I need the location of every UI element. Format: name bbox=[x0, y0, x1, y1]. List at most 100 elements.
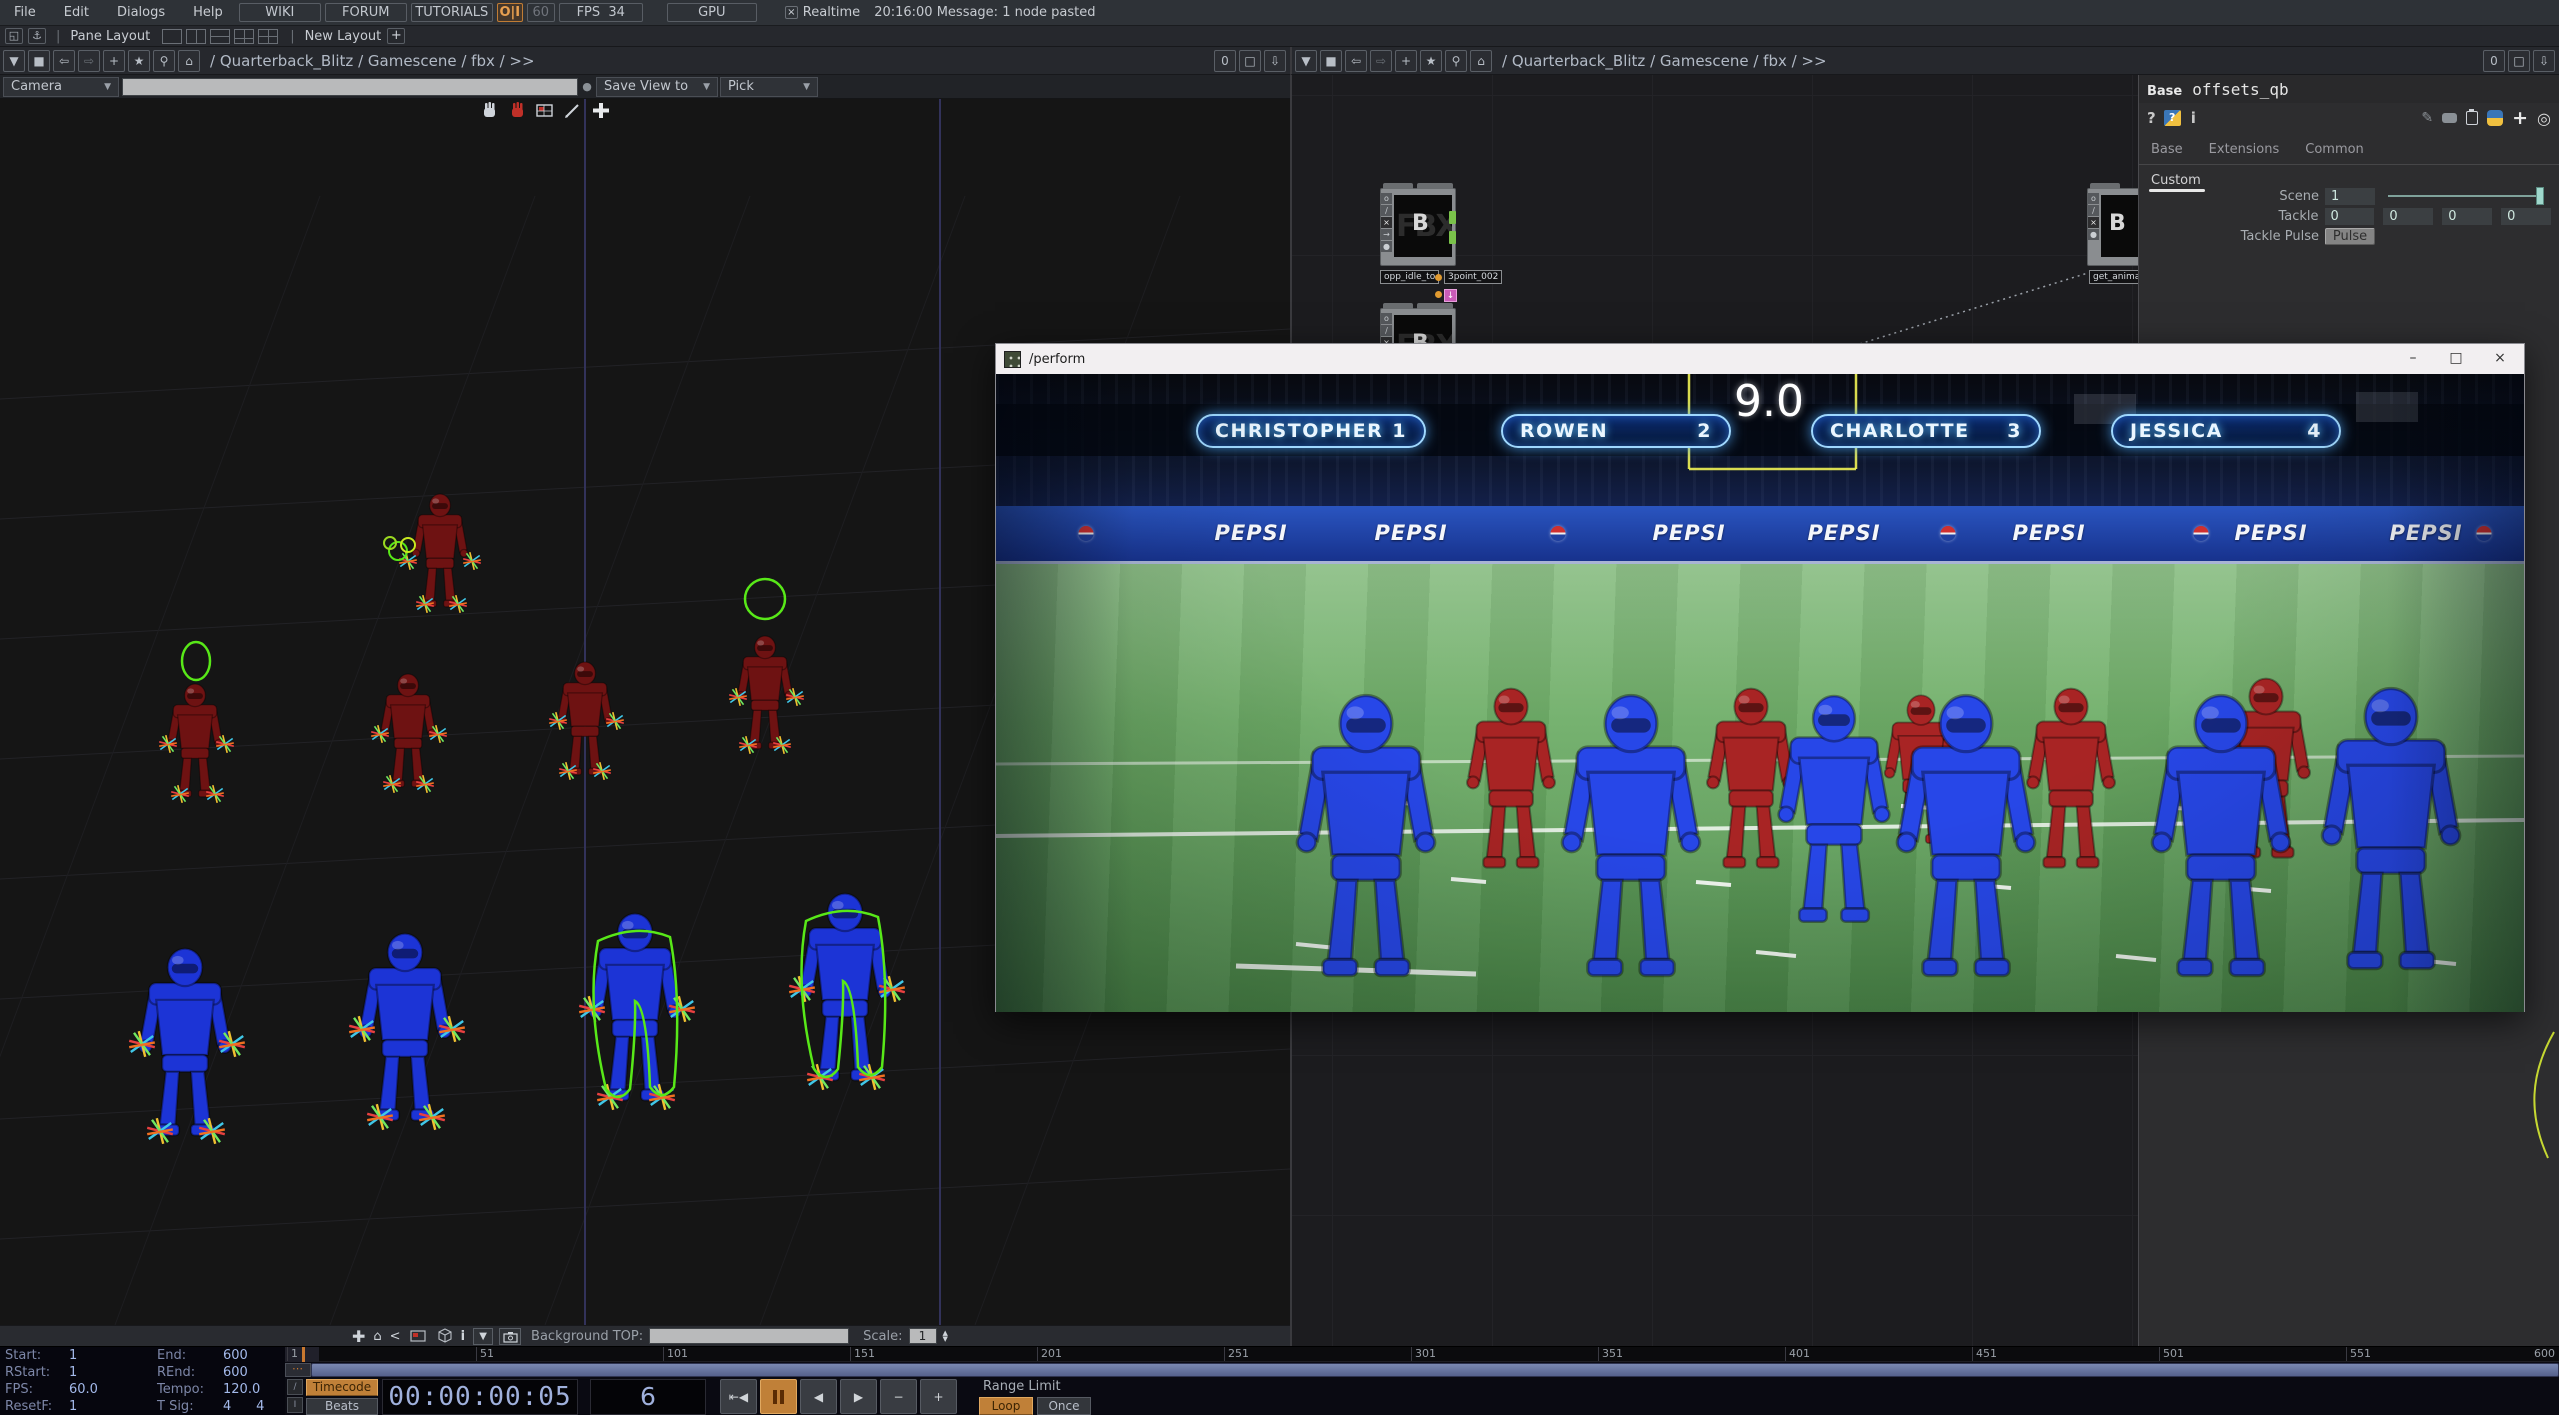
scrollbar-cap[interactable]: ⋯ bbox=[285, 1363, 311, 1377]
select-glove-icon[interactable] bbox=[506, 100, 528, 120]
info-icon[interactable]: i bbox=[2191, 109, 2196, 127]
comment-bubble-icon[interactable] bbox=[2442, 113, 2457, 123]
minimize-button[interactable]: – bbox=[2404, 350, 2422, 368]
zoom-level-value[interactable]: 0 bbox=[1214, 50, 1236, 72]
tackle-value-field[interactable]: 0 bbox=[2442, 208, 2492, 225]
node-label[interactable]: 3point_002 bbox=[1444, 270, 1502, 284]
timeline-scrollbar[interactable]: ⋯ bbox=[285, 1363, 2559, 1377]
camera-red-icon[interactable] bbox=[409, 1329, 429, 1343]
tutorials-button[interactable]: TUTORIALS bbox=[411, 3, 493, 22]
zoom-level-value[interactable]: 0 bbox=[2483, 50, 2505, 72]
end-value[interactable]: 600 bbox=[223, 1348, 283, 1363]
i-toggle[interactable]: I bbox=[287, 1397, 303, 1413]
snapshot-camera-button[interactable] bbox=[499, 1328, 521, 1345]
fps-target[interactable]: 60 bbox=[527, 3, 555, 22]
display-mode-dropdown[interactable]: ▼ bbox=[473, 1328, 493, 1345]
node-opp-idle[interactable]: o∕×→● FBX B bbox=[1380, 188, 1456, 266]
layout-vsplit-button[interactable] bbox=[186, 29, 206, 44]
scene-value-field[interactable]: 1 bbox=[2325, 188, 2375, 205]
anchor-icon[interactable]: ⚓ bbox=[28, 28, 46, 44]
tackle-label[interactable]: Tackle bbox=[2139, 209, 2325, 224]
playhead[interactable] bbox=[302, 1347, 305, 1362]
layout-single-button[interactable] bbox=[162, 29, 182, 44]
help-icon[interactable]: ? bbox=[2147, 109, 2156, 127]
timecode-mode-button[interactable]: Timecode bbox=[306, 1379, 378, 1396]
rstart-value[interactable]: 1 bbox=[69, 1365, 157, 1380]
tackle-pulse-label[interactable]: Tackle Pulse bbox=[2139, 229, 2325, 244]
background-top-field[interactable] bbox=[649, 1328, 849, 1344]
copy-clipboard-icon[interactable] bbox=[2466, 111, 2478, 125]
jump-to-start-button[interactable]: ⇤◀ bbox=[720, 1379, 757, 1414]
operator-name[interactable]: offsets_qb bbox=[2192, 80, 2288, 99]
zoom-search-icon[interactable]: ⚲ bbox=[153, 50, 175, 72]
loop-button[interactable]: Loop bbox=[979, 1397, 1033, 1415]
window-popout-icon[interactable]: ◱ bbox=[5, 28, 23, 44]
bookmark-star-icon[interactable]: ★ bbox=[1420, 50, 1442, 72]
node-label[interactable]: get_anima bbox=[2089, 270, 2138, 284]
menu-help[interactable]: Help bbox=[179, 5, 237, 20]
pick-dropdown[interactable]: Pick ▼ bbox=[720, 77, 818, 97]
slider-handle[interactable] bbox=[2536, 187, 2544, 205]
tab-common[interactable]: Common bbox=[2305, 142, 2364, 157]
wire-toggle-icon[interactable]: < bbox=[390, 1329, 401, 1344]
slash-toggle[interactable]: ∕ bbox=[287, 1379, 303, 1395]
target-icon[interactable]: ◎ bbox=[2537, 109, 2551, 128]
add-icon[interactable]: ✚ bbox=[352, 1327, 365, 1346]
home-icon[interactable]: ⌂ bbox=[1470, 50, 1492, 72]
maximize-pane-icon[interactable]: □ bbox=[1239, 50, 1261, 72]
rend-value[interactable]: 600 bbox=[223, 1365, 283, 1380]
tackle-value-field[interactable]: 0 bbox=[2325, 208, 2375, 225]
beats-mode-button[interactable]: Beats bbox=[306, 1398, 378, 1415]
scene-label[interactable]: Scene bbox=[2139, 189, 2325, 204]
layout-hsplit-button[interactable] bbox=[210, 29, 230, 44]
node-flag-icons[interactable]: o∕×→● bbox=[1381, 193, 1393, 252]
decrement-button[interactable]: − bbox=[880, 1379, 917, 1414]
step-back-button[interactable]: ◀ bbox=[800, 1379, 837, 1414]
window-titlebar[interactable]: /perform bbox=[996, 344, 2524, 374]
home-view-icon[interactable]: ⌂ bbox=[373, 1329, 381, 1344]
pan-hand-icon[interactable] bbox=[478, 100, 500, 120]
pulse-button[interactable]: Pulse bbox=[2325, 228, 2375, 245]
frame-display[interactable]: 6 bbox=[590, 1379, 706, 1415]
stop-icon[interactable]: ■ bbox=[1320, 50, 1342, 72]
node-flag-icons[interactable]: o∕×● bbox=[2088, 193, 2100, 240]
python-logo-icon[interactable] bbox=[2487, 110, 2503, 126]
breadcrumb[interactable]: / Quarterback_Blitz / Gamescene / fbx / … bbox=[210, 52, 535, 70]
bookmark-star-icon[interactable]: ★ bbox=[128, 50, 150, 72]
wiki-button[interactable]: WIKI bbox=[239, 3, 321, 22]
add-icon[interactable]: + bbox=[103, 50, 125, 72]
tab-extensions[interactable]: Extensions bbox=[2209, 142, 2280, 157]
camera-dropdown[interactable]: Camera ▼ bbox=[3, 77, 119, 97]
step-forward-button[interactable]: ▶ bbox=[840, 1379, 877, 1414]
zoom-search-icon[interactable]: ⚲ bbox=[1445, 50, 1467, 72]
perform-window[interactable]: /perform – □ × PEPSI PEPSI PEPSI PEPSI P… bbox=[995, 343, 2525, 1012]
forum-button[interactable]: FORUM bbox=[325, 3, 407, 22]
pane-type-dropdown-icon[interactable]: ▼ bbox=[3, 50, 25, 72]
pause-button[interactable] bbox=[760, 1379, 797, 1414]
forward-arrow-icon[interactable]: ⇨ bbox=[1370, 50, 1392, 72]
tsig-value[interactable]: 4 4 bbox=[223, 1399, 283, 1414]
python-help-icon[interactable]: ? bbox=[2164, 110, 2181, 126]
menu-dialogs[interactable]: Dialogs bbox=[103, 5, 179, 20]
tempo-value[interactable]: 120.0 bbox=[223, 1382, 283, 1397]
info-icon[interactable]: i bbox=[461, 1329, 465, 1344]
once-button[interactable]: Once bbox=[1037, 1397, 1091, 1415]
collapse-pane-icon[interactable]: ⇩ bbox=[1264, 50, 1286, 72]
pane-type-dropdown-icon[interactable]: ▼ bbox=[1295, 50, 1317, 72]
home-icon[interactable]: ⌂ bbox=[178, 50, 200, 72]
maximize-pane-icon[interactable]: □ bbox=[2508, 50, 2530, 72]
close-button[interactable]: × bbox=[2491, 350, 2509, 368]
add-parameter-icon[interactable]: + bbox=[2512, 107, 2528, 129]
breadcrumb[interactable]: / Quarterback_Blitz / Gamescene / fbx / … bbox=[1502, 52, 1827, 70]
forward-arrow-icon[interactable]: ⇨ bbox=[78, 50, 100, 72]
menu-edit[interactable]: Edit bbox=[50, 5, 103, 20]
node-get-anim[interactable]: o∕×● B bbox=[2087, 188, 2138, 266]
tackle-value-field[interactable]: 0 bbox=[2501, 208, 2551, 225]
camera-view-icon[interactable] bbox=[534, 100, 556, 120]
save-view-dropdown[interactable]: Save View to ▼ bbox=[596, 77, 718, 97]
gpu-button[interactable]: GPU bbox=[667, 3, 757, 22]
increment-button[interactable]: + bbox=[920, 1379, 957, 1414]
layout-mixed-button[interactable] bbox=[234, 29, 254, 44]
back-arrow-icon[interactable]: ⇦ bbox=[53, 50, 75, 72]
resetf-value[interactable]: 1 bbox=[69, 1399, 157, 1414]
